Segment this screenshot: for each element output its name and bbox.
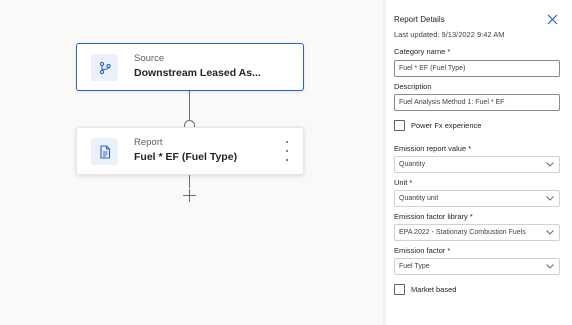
chevron-down-icon xyxy=(546,162,554,167)
branch-icon xyxy=(91,54,118,81)
source-card[interactable]: Source Downstream Leased As... xyxy=(76,43,304,91)
chevron-down-icon xyxy=(546,196,554,201)
plus-icon[interactable] xyxy=(181,187,198,204)
report-details-panel: Report Details Last updated: 9/13/2022 9… xyxy=(386,0,572,325)
last-updated-text: Last updated: 9/13/2022 9:42 AM xyxy=(394,30,505,39)
emission-factor-library-dropdown[interactable]: EPA 2022 - Stationary Combustion Fuels xyxy=(394,224,560,241)
panel-title: Report Details xyxy=(394,15,445,24)
more-vertical-icon[interactable] xyxy=(285,141,289,161)
unit-text: Quantity unit xyxy=(399,195,439,202)
report-card-subtitle: Report xyxy=(134,137,163,148)
emission-factor-library-text: EPA 2022 - Stationary Combustion Fuels xyxy=(399,229,526,236)
emission-report-value-dropdown[interactable]: Quantity xyxy=(394,156,560,173)
power-fx-toggle[interactable]: Power Fx experience xyxy=(394,120,481,131)
unit-dropdown[interactable]: Quantity unit xyxy=(394,190,560,207)
report-card[interactable]: Report Fuel * EF (Fuel Type) xyxy=(76,127,304,175)
description-label: Description xyxy=(394,82,432,91)
market-based-label: Market based xyxy=(411,285,457,294)
report-card-title: Fuel * EF (Fuel Type) xyxy=(134,151,238,163)
market-based-toggle[interactable]: Market based xyxy=(394,284,456,295)
unit-label: Unit * xyxy=(394,178,413,187)
power-fx-checkbox[interactable] xyxy=(394,120,405,131)
chevron-down-icon xyxy=(546,264,554,269)
power-fx-label: Power Fx experience xyxy=(411,121,482,130)
market-based-checkbox[interactable] xyxy=(394,284,405,295)
emission-report-value-label: Emission report value * xyxy=(394,144,472,153)
emission-factor-label: Emission factor * xyxy=(394,246,451,255)
document-icon xyxy=(91,138,118,165)
category-name-input[interactable]: Fuel * EF (Fuel Type) xyxy=(394,60,560,77)
chevron-down-icon xyxy=(546,230,554,235)
source-card-title: Downstream Leased As... xyxy=(134,67,261,79)
emission-factor-text: Fuel Type xyxy=(399,263,430,270)
emission-factor-dropdown[interactable]: Fuel Type xyxy=(394,258,560,275)
connector-line-top xyxy=(189,91,190,121)
emission-factor-library-label: Emission factor library * xyxy=(394,212,473,221)
source-card-subtitle: Source xyxy=(134,53,165,64)
description-input[interactable]: Fuel Analysis Method 1: Fuel * EF xyxy=(394,94,560,111)
category-name-label: Category name * xyxy=(394,47,451,56)
flow-canvas: Source Downstream Leased As... Report Fu… xyxy=(0,0,384,325)
emission-report-value-text: Quantity xyxy=(399,161,426,168)
close-icon[interactable] xyxy=(546,13,559,26)
